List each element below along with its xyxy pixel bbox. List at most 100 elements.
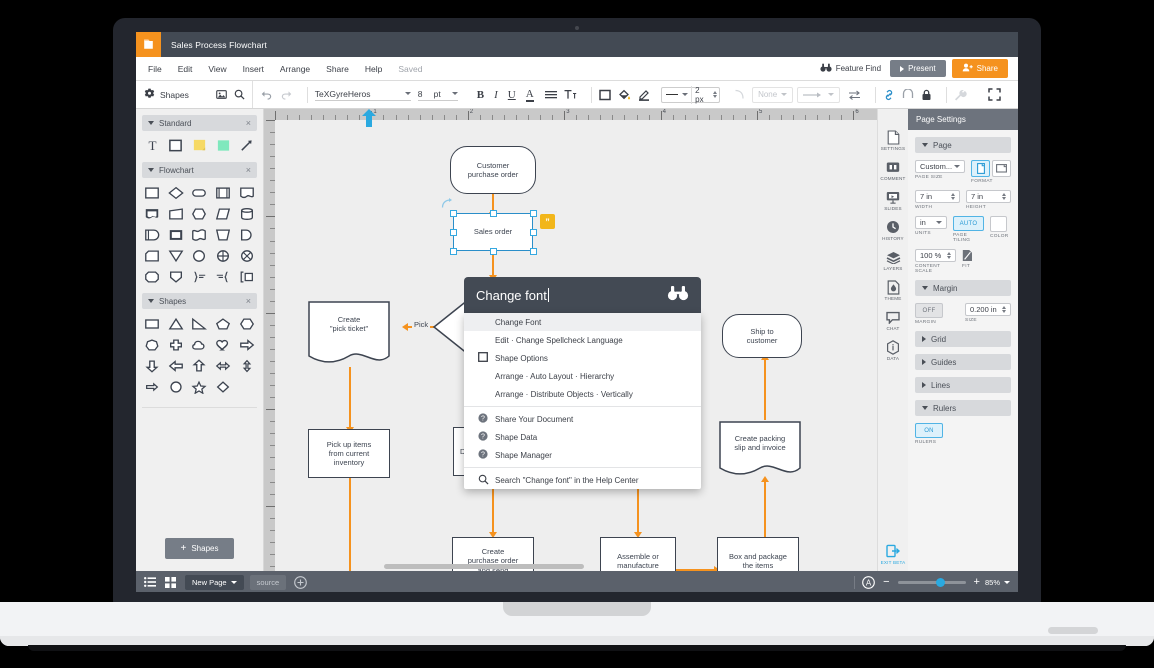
palette-item-share-your-document[interactable]: ? Share Your Document [464,410,701,428]
link-icon[interactable] [883,89,895,101]
node-create-packing-slip[interactable]: Create packing slip and invoice [719,421,801,479]
palette-item-help-center-search[interactable]: Search "Change font" in the Help Center [464,471,701,489]
shape-manual-input-icon[interactable] [166,205,187,222]
rail-item-history[interactable]: HISTORY [878,220,908,241]
node-assemble-or-manufacture[interactable]: Assemble or manufacture [600,537,676,571]
palette-item-shape-data[interactable]: ? Shape Data [464,428,701,446]
shape-arrow-right-icon[interactable] [236,336,257,353]
margin-toggle[interactable]: OFF [915,303,943,318]
group-icon[interactable] [902,89,914,100]
zoom-level-dropdown[interactable]: 85% [985,578,1010,587]
section-grid[interactable]: Grid [915,331,1011,347]
content-scale-input[interactable]: 100 % [915,249,956,262]
rail-item-slides[interactable]: SLIDES [878,190,908,211]
node-ship-to-customer[interactable]: Ship to customer [722,314,802,358]
horizontal-scrollbar[interactable] [384,564,584,569]
resize-handle-w[interactable] [449,228,457,236]
list-view-icon[interactable] [144,577,156,587]
swap-arrows-icon[interactable] [848,90,861,100]
width-stepper[interactable] [951,193,955,200]
shape-pentagon-icon[interactable] [213,315,234,332]
rail-item-exit-beta[interactable]: EXIT BETA [878,544,908,565]
format-landscape-button[interactable] [992,160,1011,177]
italic-button[interactable]: I [494,89,498,101]
shape-brace-right-icon[interactable] [189,268,210,285]
section-margin[interactable]: Margin [915,280,1011,296]
height-input[interactable]: 7 in [966,190,1011,203]
shape-shield-icon[interactable] [166,268,187,285]
text-color-button[interactable]: A [525,88,534,102]
shape-heart-icon[interactable] [213,336,234,353]
command-palette-input[interactable]: Change font [476,288,667,303]
palette-item-auto-layout-hierarchy[interactable]: Arrange · Auto Layout · Hierarchy [464,367,701,385]
shape-arrow-down-icon[interactable] [142,357,163,374]
rail-item-settings[interactable]: SETTINGS [878,129,908,151]
palette-item-distribute-vertically[interactable]: Arrange · Distribute Objects · Verticall… [464,385,701,403]
margin-size-input[interactable]: 0.200 in [965,303,1011,316]
line-width-control[interactable]: 2 px [660,85,721,104]
vertical-ruler[interactable] [264,109,275,571]
font-size-select[interactable]: 8 pt [417,89,458,101]
margin-size-stepper[interactable] [1002,306,1006,313]
line-width-stepper[interactable] [713,91,718,98]
node-pick-up-items[interactable]: Pick up items from current inventory [308,429,390,478]
shape-fill-icon[interactable] [213,137,234,154]
height-stepper[interactable] [1002,193,1006,200]
resize-handle-sw[interactable] [449,247,457,255]
node-create-pick-ticket[interactable]: Create "pick ticket" [308,301,390,367]
rulers-toggle[interactable]: ON [915,423,943,438]
fullscreen-icon[interactable] [988,88,1001,101]
shape-square-icon[interactable] [166,137,187,154]
menu-file[interactable]: File [148,64,162,74]
rail-item-comment[interactable]: COMMENT [878,160,908,181]
arrow-start-select[interactable]: None [752,86,794,103]
shape-heptagon-icon[interactable] [142,336,163,353]
rail-item-theme[interactable]: THEME [878,279,908,301]
fill-bucket-icon[interactable] [618,89,631,101]
section-shapes-header[interactable]: Shapes × [142,293,257,309]
palette-item-change-spellcheck-language[interactable]: Edit · Change Spellcheck Language [464,331,701,349]
accessibility-icon[interactable]: A [862,575,875,589]
shape-document-icon[interactable] [236,184,257,201]
shape-parallelogram-icon[interactable] [213,205,234,222]
section-rulers[interactable]: Rulers [915,400,1011,416]
text-options-icon[interactable] [564,89,577,100]
shape-star-icon[interactable] [189,378,210,395]
units-select[interactable]: in [915,216,947,229]
shape-wave-icon[interactable] [189,226,210,243]
shape-note-icon[interactable] [189,137,210,154]
new-page-button[interactable]: New Page [185,574,244,590]
shape-text-icon[interactable]: T [142,137,163,154]
shape-process-icon[interactable] [142,184,163,201]
menu-share[interactable]: Share [326,64,349,74]
page-tiling-toggle[interactable]: AUTO [953,216,984,231]
horizontal-ruler[interactable]: 123456 [264,109,877,120]
shape-arrow-lr-icon[interactable] [213,357,234,374]
line-color-icon[interactable] [638,89,650,101]
resize-handle-n[interactable] [489,209,497,217]
shape-arrow-ud-icon[interactable] [236,357,257,374]
section-standard-header[interactable]: Standard × [142,115,257,131]
shape-document-alt-icon[interactable] [142,205,163,222]
grid-view-icon[interactable] [165,576,176,588]
section-lines[interactable]: Lines [915,377,1011,393]
menu-edit[interactable]: Edit [178,64,193,74]
rail-item-chat[interactable]: CHAT [878,310,908,331]
shape-predefined-icon[interactable] [213,184,234,201]
menu-arrange[interactable]: Arrange [280,64,310,74]
zoom-in-button[interactable]: + [974,576,980,588]
menu-insert[interactable]: Insert [243,64,264,74]
shape-internal-storage-icon[interactable] [166,226,187,243]
undo-icon[interactable] [260,89,273,100]
shape-callout-arrow-icon[interactable] [142,378,163,395]
menu-view[interactable]: View [208,64,226,74]
node-customer-purchase-order[interactable]: Customer purchase order [450,146,536,194]
shape-octagon-icon[interactable] [142,268,163,285]
shape-circle-x-icon[interactable] [236,247,257,264]
add-shapes-button[interactable]: + Shapes [164,538,235,559]
shape-dhalf-icon[interactable] [236,226,257,243]
lock-icon[interactable] [921,89,932,101]
menu-help[interactable]: Help [365,64,382,74]
command-palette[interactable]: Change font Change Font Edit · Change Sp… [464,277,701,493]
close-icon[interactable]: × [246,118,251,128]
